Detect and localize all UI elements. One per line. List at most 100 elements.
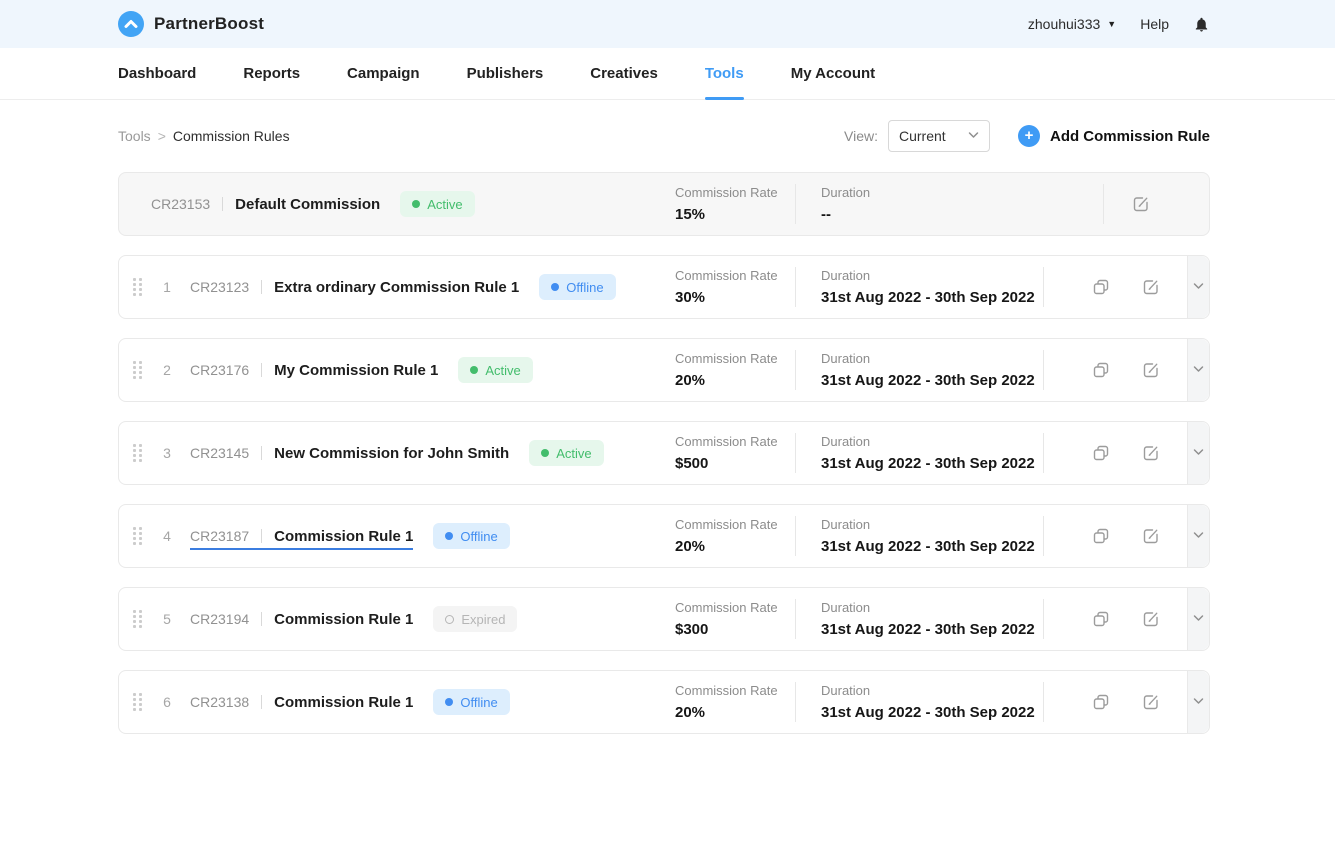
divider	[1043, 267, 1044, 307]
status-badge: Active	[400, 191, 474, 217]
edit-button[interactable]	[1139, 690, 1163, 714]
add-commission-rule-button[interactable]: + Add Commission Rule	[1018, 125, 1210, 147]
duplicate-button[interactable]	[1089, 275, 1113, 299]
commission-rate-label: Commission Rate	[675, 517, 778, 532]
duplicate-button[interactable]	[1089, 607, 1113, 631]
duration-value: 31st Aug 2022 - 30th Sep 2022	[821, 289, 1035, 306]
divider	[795, 184, 796, 224]
status-dot-icon	[445, 698, 453, 706]
duration-value: 31st Aug 2022 - 30th Sep 2022	[821, 704, 1035, 721]
expand-row-button[interactable]	[1187, 505, 1209, 567]
page-content: Tools > Commission Rules View: Current +…	[0, 100, 1335, 734]
edit-button[interactable]	[1139, 524, 1163, 548]
duration-label: Duration	[821, 600, 1035, 615]
main-nav: Dashboard Reports Campaign Publishers Cr…	[0, 48, 1335, 100]
rule-link[interactable]: CR23187 Commission Rule 1	[190, 528, 413, 545]
user-menu[interactable]: zhouhui333 ▼	[1028, 16, 1116, 32]
expand-row-button[interactable]	[1187, 588, 1209, 650]
rule-name: Commission Rule 1	[274, 528, 413, 545]
duplicate-button[interactable]	[1089, 524, 1113, 548]
status-badge: Offline	[539, 274, 615, 300]
tab-creatives[interactable]: Creatives	[590, 48, 658, 99]
rule-link[interactable]: CR23138 Commission Rule 1	[190, 694, 413, 711]
default-commission-card: CR23153 Default Commission Active Commis…	[118, 172, 1210, 236]
duration-label: Duration	[821, 351, 1035, 366]
commission-rate-value: 20%	[675, 538, 778, 555]
rule-link[interactable]: CR23145 New Commission for John Smith	[190, 445, 509, 462]
tab-dashboard[interactable]: Dashboard	[118, 48, 196, 99]
status-label: Offline	[566, 280, 603, 295]
breadcrumb-tools[interactable]: Tools	[118, 128, 151, 144]
row-order: 3	[160, 445, 174, 461]
commission-rule-row: 3 CR23145 New Commission for John Smith …	[118, 421, 1210, 485]
page-title: Commission Rules	[173, 128, 290, 144]
divider	[261, 446, 262, 460]
rule-link[interactable]: CR23123 Extra ordinary Commission Rule 1	[190, 279, 519, 296]
commission-rate-label: Commission Rate	[675, 434, 778, 449]
edit-button[interactable]	[1129, 192, 1153, 216]
duplicate-button[interactable]	[1089, 441, 1113, 465]
rule-id: CR23153	[151, 196, 210, 212]
tab-reports[interactable]: Reports	[243, 48, 300, 99]
duplicate-button[interactable]	[1089, 690, 1113, 714]
duration-value: 31st Aug 2022 - 30th Sep 2022	[821, 455, 1035, 472]
duration-label: Duration	[821, 185, 870, 200]
row-order: 1	[160, 279, 174, 295]
duration-value: 31st Aug 2022 - 30th Sep 2022	[821, 372, 1035, 389]
view-select[interactable]: Current	[888, 120, 990, 152]
commission-rate-value: $300	[675, 621, 778, 638]
notification-bell-icon[interactable]	[1193, 16, 1210, 33]
drag-handle-icon[interactable]	[133, 444, 142, 462]
status-dot-icon	[551, 283, 559, 291]
duration-value: --	[821, 206, 870, 223]
duration-label: Duration	[821, 434, 1035, 449]
row-order: 5	[160, 611, 174, 627]
expand-row-button[interactable]	[1187, 256, 1209, 318]
duplicate-button[interactable]	[1089, 358, 1113, 382]
chevron-down-icon	[1193, 278, 1204, 296]
help-link[interactable]: Help	[1140, 16, 1169, 32]
drag-handle-icon[interactable]	[133, 278, 142, 296]
divider	[795, 267, 796, 307]
rule-id: CR23194	[190, 611, 249, 627]
rule-link[interactable]: CR23194 Commission Rule 1	[190, 611, 413, 628]
status-dot-icon	[445, 532, 453, 540]
rule-link[interactable]: CR23176 My Commission Rule 1	[190, 362, 438, 379]
status-dot-icon	[412, 200, 420, 208]
rule-id: CR23123	[190, 279, 249, 295]
divider	[1043, 433, 1044, 473]
chevron-down-icon	[1193, 444, 1204, 462]
edit-button[interactable]	[1139, 275, 1163, 299]
tab-tools[interactable]: Tools	[705, 48, 744, 99]
brand-logo[interactable]: PartnerBoost	[118, 11, 264, 37]
expand-row-button[interactable]	[1187, 339, 1209, 401]
divider	[261, 612, 262, 626]
drag-handle-icon[interactable]	[133, 610, 142, 628]
edit-button[interactable]	[1139, 607, 1163, 631]
drag-handle-icon[interactable]	[133, 527, 142, 545]
divider	[1043, 350, 1044, 390]
rule-id: CR23187	[190, 528, 249, 544]
status-label: Expired	[461, 612, 505, 627]
drag-handle-icon[interactable]	[133, 361, 142, 379]
commission-rule-row: 1 CR23123 Extra ordinary Commission Rule…	[118, 255, 1210, 319]
divider	[795, 682, 796, 722]
user-caret-down-icon: ▼	[1107, 20, 1116, 29]
edit-button[interactable]	[1139, 441, 1163, 465]
commission-rule-row: 6 CR23138 Commission Rule 1 Offline Comm…	[118, 670, 1210, 734]
plus-icon: +	[1018, 125, 1040, 147]
drag-handle-icon[interactable]	[133, 693, 142, 711]
commission-rate-value: 20%	[675, 704, 778, 721]
status-label: Active	[556, 446, 591, 461]
row-order: 6	[160, 694, 174, 710]
edit-button[interactable]	[1139, 358, 1163, 382]
expand-row-button[interactable]	[1187, 671, 1209, 733]
status-label: Offline	[460, 529, 497, 544]
tab-my-account[interactable]: My Account	[791, 48, 875, 99]
divider	[1103, 184, 1104, 224]
tab-publishers[interactable]: Publishers	[467, 48, 544, 99]
status-dot-icon	[541, 449, 549, 457]
expand-row-button[interactable]	[1187, 422, 1209, 484]
tab-campaign[interactable]: Campaign	[347, 48, 420, 99]
duration-value: 31st Aug 2022 - 30th Sep 2022	[821, 538, 1035, 555]
